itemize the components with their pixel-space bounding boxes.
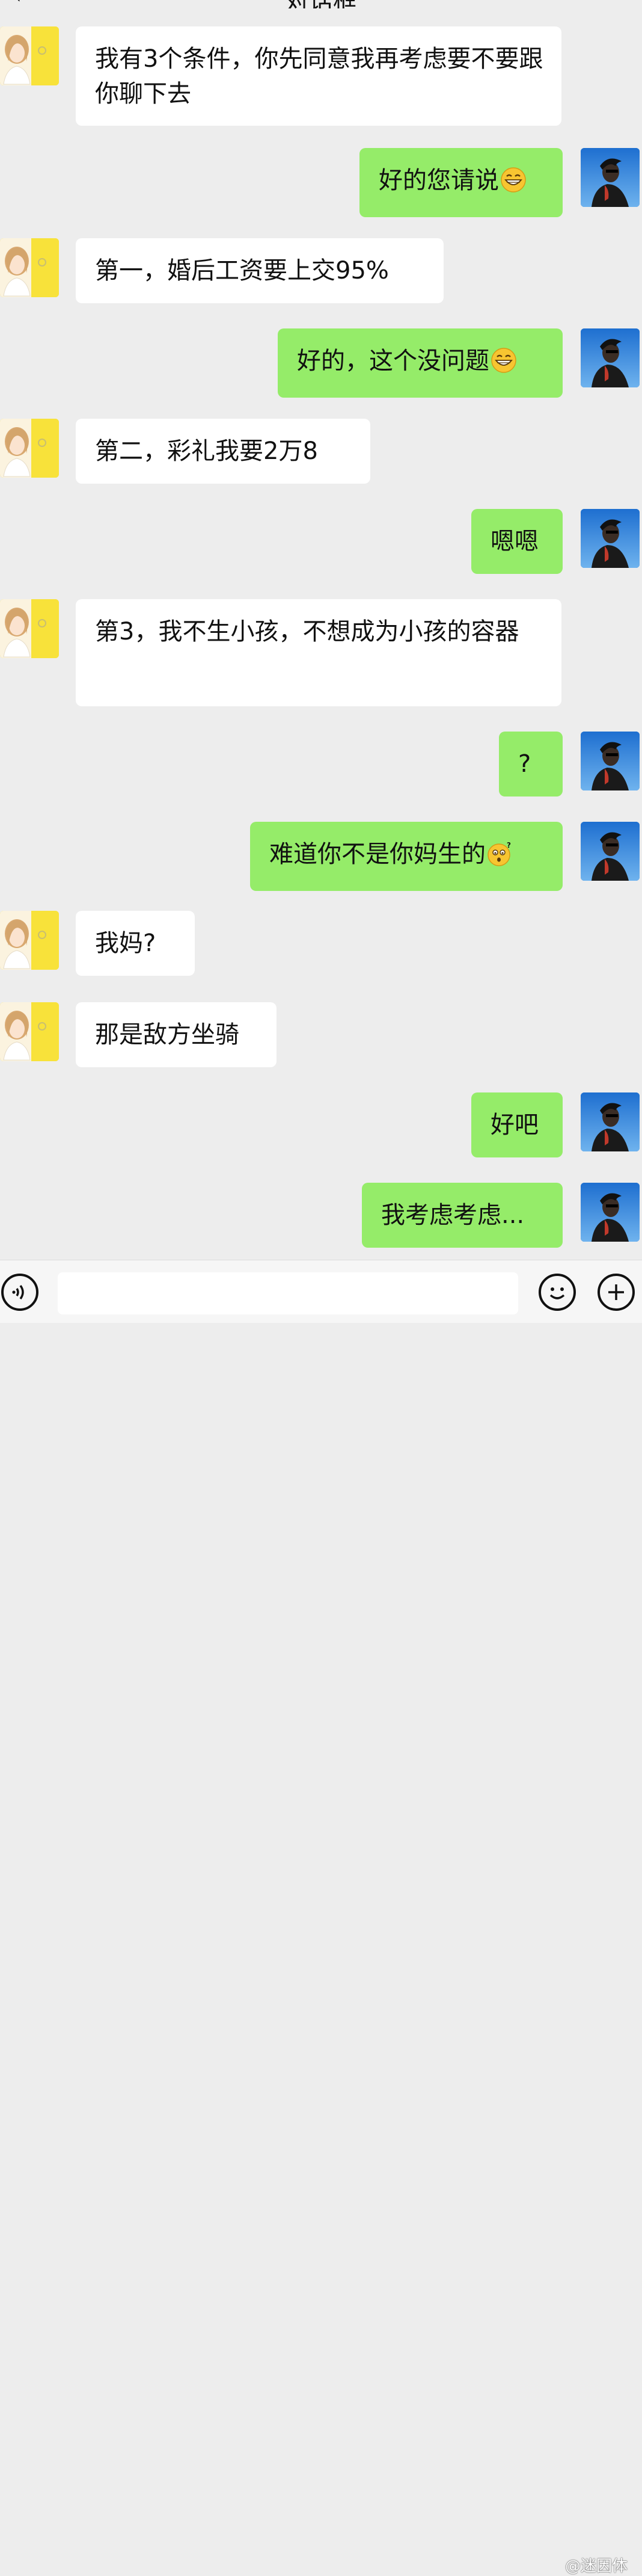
contact-avatar[interactable] bbox=[0, 1002, 59, 1061]
grinning-face-icon bbox=[500, 167, 527, 203]
chat-title: 对话框 bbox=[0, 0, 642, 8]
my-avatar[interactable] bbox=[581, 328, 640, 387]
received-message-bubble[interactable]: 第二，彩礼我要2万8 bbox=[76, 419, 370, 484]
emoji-icon[interactable] bbox=[539, 1274, 576, 1311]
message-text: 第3，我不生小孩，不想成为小孩的容器 bbox=[95, 618, 519, 646]
chat-header: ‹ 对话框 bbox=[0, 0, 642, 8]
message-row: 我考虑考虑... bbox=[0, 1183, 642, 1248]
my-avatar[interactable] bbox=[581, 1183, 640, 1242]
contact-avatar[interactable] bbox=[0, 599, 59, 658]
message-text: 好的您请说 bbox=[379, 167, 499, 194]
sent-message-bubble[interactable]: 好的，这个没问题 bbox=[278, 328, 563, 398]
received-message-bubble[interactable]: 第3，我不生小孩，不想成为小孩的容器 bbox=[76, 599, 561, 706]
message-text: 嗯嗯 bbox=[491, 528, 539, 555]
message-text: 我有3个条件，你先同意我再考虑要不要跟你聊下去 bbox=[95, 45, 543, 108]
message-text: 我妈? bbox=[95, 929, 156, 957]
message-row: 那是敌方坐骑 bbox=[0, 1002, 642, 1067]
message-row: 第二，彩礼我要2万8 bbox=[0, 419, 642, 484]
contact-avatar[interactable] bbox=[0, 238, 59, 297]
received-message-bubble[interactable]: 我有3个条件，你先同意我再考虑要不要跟你聊下去 bbox=[76, 26, 561, 126]
message-row: 好的，这个没问题 bbox=[0, 328, 642, 398]
watermark: @迷因体 bbox=[565, 2557, 628, 2575]
voice-icon[interactable] bbox=[1, 1274, 38, 1311]
grinning-face-icon bbox=[491, 347, 517, 383]
message-text: 难道你不是你妈生的 bbox=[269, 840, 486, 868]
message-row: 好吧 bbox=[0, 1092, 642, 1157]
message-text: 好吧 bbox=[491, 1111, 539, 1139]
input-bar: @迷因体 bbox=[0, 1260, 642, 2575]
message-row: 好的您请说 bbox=[0, 148, 642, 217]
sent-message-bubble[interactable]: 难道你不是你妈生的? bbox=[250, 822, 563, 891]
received-message-bubble[interactable]: 第一，婚后工资要上交95% bbox=[76, 238, 444, 303]
sent-message-bubble[interactable]: 我考虑考虑... bbox=[362, 1183, 563, 1248]
sent-message-bubble[interactable]: 好的您请说 bbox=[359, 148, 563, 217]
message-row: 我有3个条件，你先同意我再考虑要不要跟你聊下去 bbox=[0, 26, 642, 126]
message-row: 难道你不是你妈生的? bbox=[0, 822, 642, 891]
message-row: ? bbox=[0, 732, 642, 797]
message-row: 我妈? bbox=[0, 911, 642, 976]
message-text: 好的，这个没问题 bbox=[297, 347, 489, 375]
my-avatar[interactable] bbox=[581, 509, 640, 568]
contact-avatar[interactable] bbox=[0, 26, 59, 85]
plus-icon[interactable] bbox=[598, 1274, 635, 1311]
received-message-bubble[interactable]: 那是敌方坐骑 bbox=[76, 1002, 277, 1067]
message-row: 第3，我不生小孩，不想成为小孩的容器 bbox=[0, 599, 642, 706]
contact-avatar[interactable] bbox=[0, 419, 59, 478]
puzzled-face-icon: ? bbox=[487, 840, 513, 877]
my-avatar[interactable] bbox=[581, 732, 640, 790]
message-text: 第一，婚后工资要上交95% bbox=[95, 257, 389, 285]
svg-text:?: ? bbox=[507, 841, 511, 849]
message-text: ? bbox=[518, 750, 531, 778]
my-avatar[interactable] bbox=[581, 822, 640, 881]
message-text: 第二，彩礼我要2万8 bbox=[95, 437, 318, 465]
sent-message-bubble[interactable]: 好吧 bbox=[471, 1092, 563, 1157]
message-text: 那是敌方坐骑 bbox=[95, 1021, 239, 1049]
message-row: 第一，婚后工资要上交95% bbox=[0, 238, 642, 303]
my-avatar[interactable] bbox=[581, 1092, 640, 1151]
message-row: 嗯嗯 bbox=[0, 509, 642, 574]
sent-message-bubble[interactable]: ? bbox=[499, 732, 563, 797]
message-text: 我考虑考虑... bbox=[381, 1201, 525, 1229]
sent-message-bubble[interactable]: 嗯嗯 bbox=[471, 509, 563, 574]
contact-avatar[interactable] bbox=[0, 911, 59, 970]
my-avatar[interactable] bbox=[581, 148, 640, 207]
received-message-bubble[interactable]: 我妈? bbox=[76, 911, 195, 976]
message-input[interactable] bbox=[58, 1272, 518, 1314]
